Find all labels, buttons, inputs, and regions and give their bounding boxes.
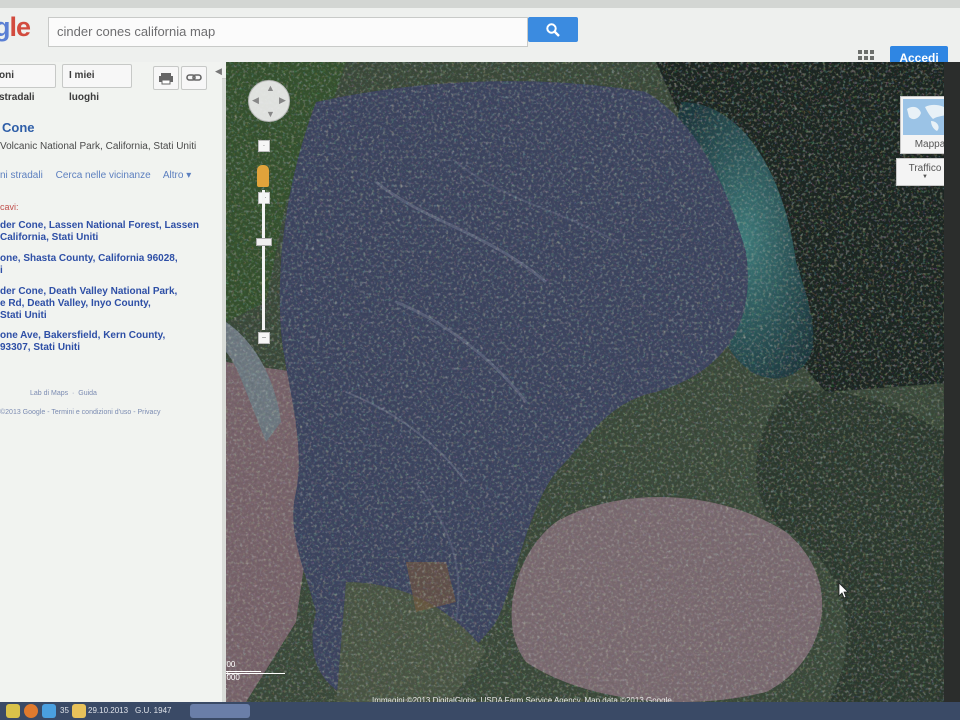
active-window-button[interactable] (190, 704, 250, 718)
link-button[interactable] (181, 66, 207, 90)
zoom-out-button[interactable]: − (258, 332, 270, 344)
alt-result-3[interactable]: der Cone, Death Valley National Park, e … (0, 286, 177, 322)
footer-links: Lab di Maps · Guida (30, 390, 97, 397)
collapse-sidebar-icon[interactable]: ◀ (215, 66, 222, 77)
print-icon (159, 73, 173, 85)
result-actions: ni stradali Cerca nelle vicinanze Altro … (0, 170, 201, 181)
search-button[interactable] (528, 17, 578, 42)
maps-labs-link[interactable]: Lab di Maps (30, 390, 68, 397)
browser-tab-strip (0, 0, 960, 8)
result-address: Volcanic National Park, California, Stat… (0, 141, 197, 152)
mouse-cursor-icon (838, 582, 849, 599)
directions-link[interactable]: ni stradali (0, 170, 43, 181)
firefox-icon[interactable] (24, 704, 38, 718)
print-button[interactable] (153, 66, 179, 90)
folder-icon[interactable] (6, 704, 20, 718)
search-nearby-link[interactable]: Cerca nelle vicinanze (56, 170, 151, 181)
zoom-slider-handle[interactable] (256, 238, 272, 246)
result-title[interactable]: Cone (2, 120, 35, 135)
notification-count: 35 (60, 706, 69, 715)
search-icon (546, 23, 560, 37)
alternatives-label: cavi: (0, 202, 19, 212)
taskbar: 35 29.10.2013 G.U. 1947 (0, 702, 960, 720)
satellite-map[interactable]: ▲ ▼ ◀ ▶ · + − Mappa Traffico ▼ 200 m 100… (226, 62, 960, 706)
zoom-reset-icon[interactable]: · (258, 140, 270, 152)
sidebar: oni stradali I miei luoghi ◀ Cone Volcan… (0, 62, 222, 702)
taskbar-date: 29.10.2013 (88, 706, 129, 715)
ie-icon[interactable] (42, 704, 56, 718)
taskbar-time: G.U. 1947 (135, 706, 172, 715)
directions-button[interactable]: oni stradali (0, 64, 56, 103)
google-logo[interactable]: gle (0, 12, 31, 43)
help-link[interactable]: Guida (78, 390, 97, 397)
link-icon (186, 74, 202, 81)
pan-control[interactable]: ▲ ▼ ◀ ▶ (248, 80, 290, 122)
alt-result-2[interactable]: one, Shasta County, California 96028, i (0, 253, 178, 277)
monitor-bezel (944, 62, 960, 720)
alt-result-1[interactable]: der Cone, Lassen National Forest, Lassen… (0, 220, 199, 244)
pegman-icon[interactable] (257, 165, 269, 187)
search-input[interactable]: cinder cones california map (48, 17, 528, 47)
folder-window-icon[interactable] (72, 704, 86, 718)
more-link[interactable]: Altro ▾ (163, 170, 191, 181)
satellite-imagery[interactable] (226, 62, 960, 706)
my-places-button[interactable]: I miei luoghi (62, 64, 132, 103)
zoom-slider-track[interactable] (262, 190, 265, 330)
alt-result-4[interactable]: one Ave, Bakersfield, Kern County, 93307… (0, 330, 165, 354)
scale-imperial: 1000 ft (226, 673, 240, 691)
footer-legal[interactable]: ©2013 Google - Termini e condizioni d'us… (0, 409, 160, 416)
